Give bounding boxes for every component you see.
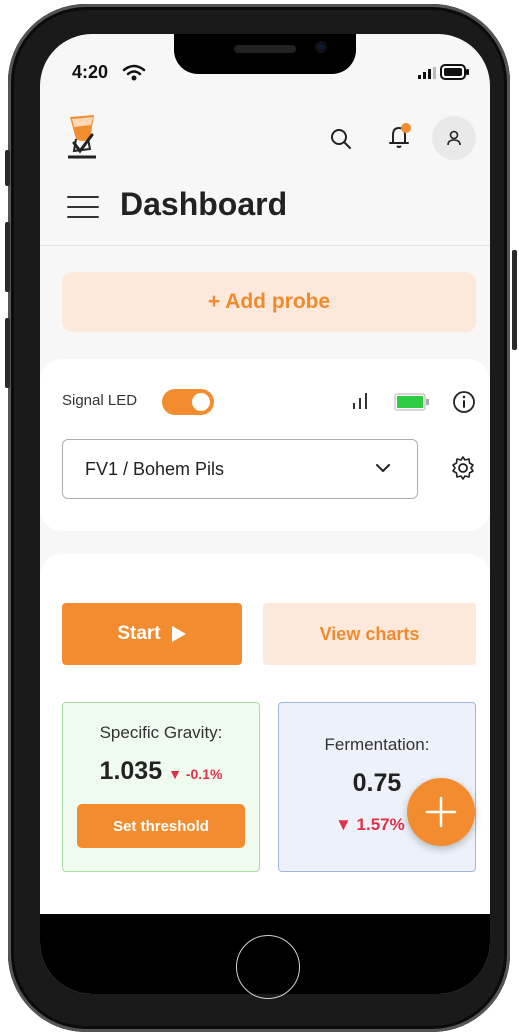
add-fab-button[interactable]: [407, 778, 475, 846]
specific-gravity-value: 1.035: [99, 757, 163, 785]
speaker: [234, 45, 296, 53]
notifications-button[interactable]: [384, 120, 416, 152]
start-button-label: Start: [117, 623, 161, 644]
specific-gravity-card: Specific Gravity: 1.035 ▼ -0.1% Set thres…: [62, 702, 260, 872]
toggle-knob: [192, 393, 210, 411]
search-button[interactable]: [328, 126, 354, 152]
signal-led-toggle[interactable]: [162, 389, 214, 415]
add-probe-button[interactable]: + Add probe: [62, 272, 476, 332]
search-icon: [331, 129, 351, 149]
bell-icon: [389, 123, 411, 148]
notch: [174, 34, 356, 74]
signal-led-label: Signal LED: [62, 392, 138, 409]
power-button: [512, 250, 517, 350]
home-button[interactable]: [236, 935, 300, 999]
user-icon: [447, 130, 461, 146]
wifi-icon: [122, 64, 146, 81]
divider: [40, 245, 490, 246]
cellular-signal-icon: [418, 67, 436, 79]
battery-icon: [440, 64, 469, 80]
probe-signal-icon: [353, 393, 367, 409]
app-logo-icon: [68, 115, 96, 159]
screen: 4:20 Dashboard + Add probe Signal LED FV…: [40, 34, 490, 994]
menu-icon[interactable]: [66, 194, 100, 220]
status-time: 4:20: [72, 62, 109, 82]
specific-gravity-delta: ▼ -0.1%: [168, 766, 223, 782]
probe-select[interactable]: FV1 / Bohem Pils: [62, 439, 418, 499]
set-threshold-button[interactable]: Set threshold: [77, 804, 245, 848]
specific-gravity-label: Specific Gravity:: [99, 723, 223, 742]
fermentation-label: Fermentation:: [324, 735, 430, 754]
volume-down-button: [5, 318, 10, 388]
probe-battery-icon: [394, 393, 429, 411]
probe-select-value: FV1 / Bohem Pils: [85, 459, 225, 479]
view-charts-button[interactable]: View charts: [263, 603, 476, 665]
fermentation-delta: ▼ 1.57%: [335, 815, 405, 834]
page-title: Dashboard: [120, 186, 288, 222]
front-camera: [315, 41, 327, 53]
play-icon: [171, 626, 186, 642]
info-icon[interactable]: [452, 390, 476, 414]
volume-up-button: [5, 222, 10, 292]
start-button[interactable]: Start: [62, 603, 242, 665]
plus-icon: [425, 796, 457, 828]
profile-button[interactable]: [432, 116, 476, 160]
chevron-down-icon: [376, 464, 390, 472]
specific-gravity-value-row: 1.035 ▼ -0.1%: [63, 757, 259, 786]
mute-switch: [5, 150, 10, 186]
gear-icon[interactable]: [450, 455, 476, 481]
notification-dot: [401, 123, 411, 133]
